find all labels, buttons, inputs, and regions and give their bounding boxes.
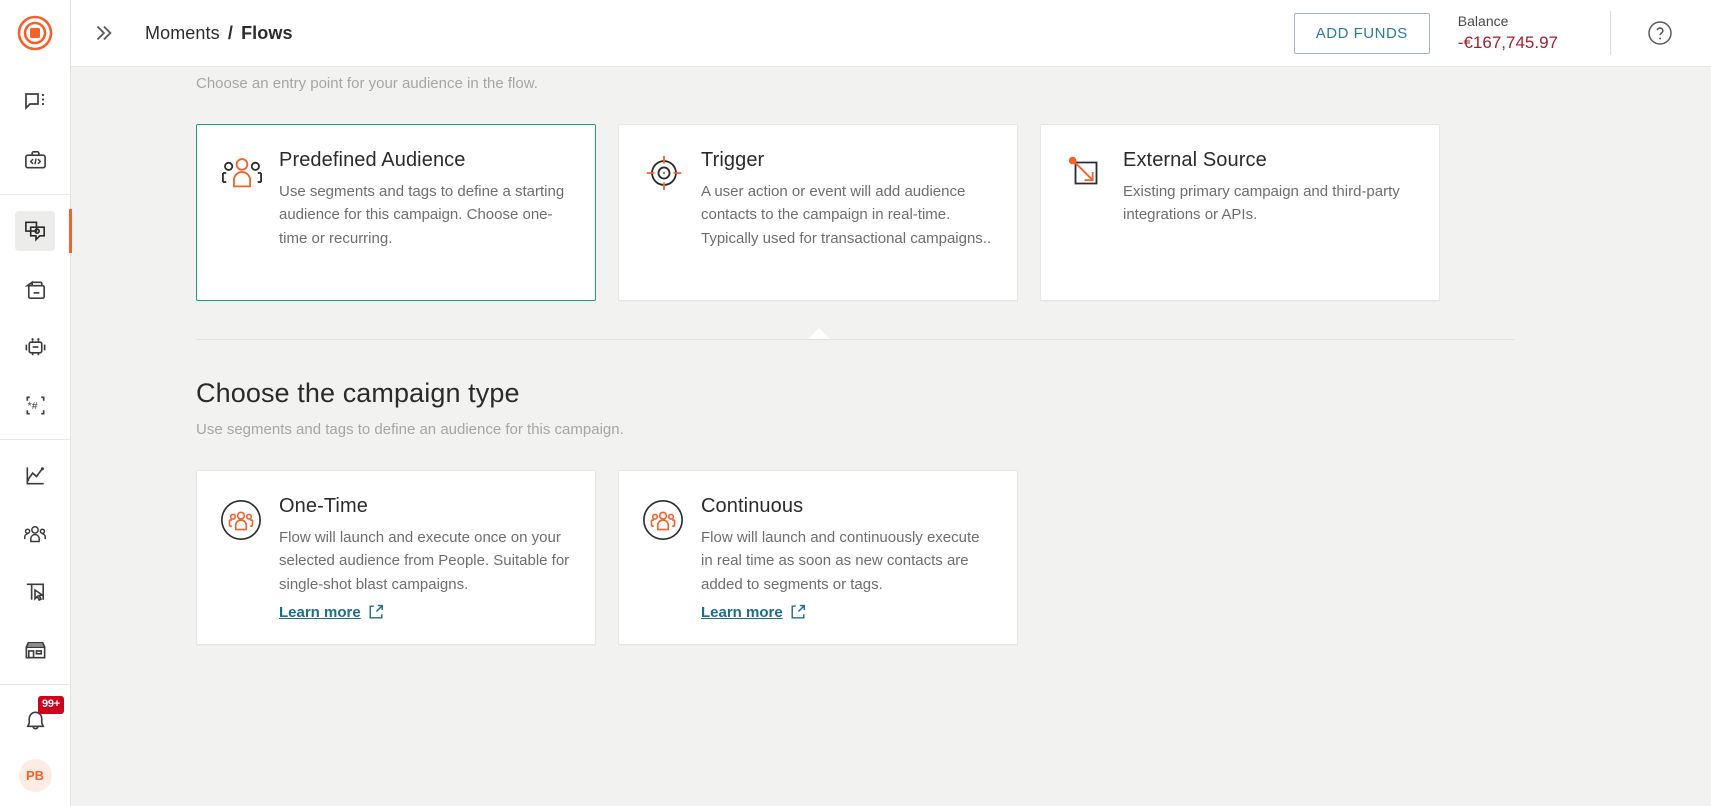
add-funds-button[interactable]: ADD FUNDS bbox=[1293, 12, 1430, 54]
card-body: One-Time Flow will launch and execute on… bbox=[271, 495, 573, 622]
breadcrumb-current: Flows bbox=[241, 22, 293, 43]
sidebar-item-flows[interactable] bbox=[15, 572, 55, 612]
rail-group-user: 99+ PB bbox=[0, 685, 70, 806]
circle-people-group-icon bbox=[643, 500, 683, 540]
card-body: Trigger A user action or event will add … bbox=[693, 149, 995, 278]
breadcrumb-separator: / bbox=[227, 22, 233, 43]
card-icon-wrap bbox=[1063, 149, 1115, 278]
notifications-badge: 99+ bbox=[37, 696, 64, 714]
card-icon-wrap bbox=[219, 495, 271, 622]
campaign-type-section: Choose the campaign type Use segments an… bbox=[71, 378, 1711, 645]
card-icon-wrap bbox=[219, 149, 271, 278]
collapse-handle[interactable] bbox=[808, 328, 830, 339]
section-divider bbox=[196, 328, 1514, 340]
entry-card-predefined-audience[interactable]: Predefined Audience Use segments and tag… bbox=[196, 124, 596, 301]
card-description: Flow will launch and continuously execut… bbox=[701, 529, 980, 593]
campaign-type-subtitle: Use segments and tags to define an audie… bbox=[196, 421, 624, 438]
double-chevron-right-icon bbox=[96, 25, 112, 41]
avatar[interactable]: PB bbox=[18, 759, 52, 792]
sidebar-item-broadcast[interactable] bbox=[15, 269, 55, 309]
entry-card-trigger[interactable]: Trigger A user action or event will add … bbox=[618, 124, 1018, 301]
question-circle-icon bbox=[1648, 21, 1672, 45]
learn-more-link[interactable]: Learn more bbox=[279, 604, 384, 621]
circle-people-group-icon bbox=[221, 500, 261, 540]
learn-more-label: Learn more bbox=[279, 603, 361, 621]
external-link-icon bbox=[791, 605, 805, 619]
main-content: Choose the entry point Choose an entry p… bbox=[71, 67, 1711, 806]
rail-group-channels: *# bbox=[0, 195, 72, 440]
card-description: A user action or event will add audience… bbox=[701, 183, 992, 247]
card-title: Continuous bbox=[701, 495, 804, 517]
campaign-type-title: Choose the campaign type bbox=[196, 378, 520, 408]
sidebar-item-ussd[interactable]: *# bbox=[15, 385, 55, 425]
sidebar-item-analytics[interactable] bbox=[15, 456, 55, 496]
broadcast-archive-icon bbox=[24, 280, 45, 299]
learn-more-label: Learn more bbox=[701, 603, 783, 621]
campaign-type-card-row: One-Time Flow will launch and execute on… bbox=[196, 470, 1711, 645]
external-link-icon bbox=[369, 605, 383, 619]
storefront-icon bbox=[25, 641, 45, 659]
entry-point-card-row: Predefined Audience Use segments and tag… bbox=[196, 124, 1711, 301]
people-group-icon bbox=[24, 525, 46, 542]
balance-display: Balance -€167,745.97 bbox=[1458, 11, 1558, 56]
flow-cursor-icon bbox=[26, 583, 44, 601]
card-body: External Source Existing primary campaig… bbox=[1115, 149, 1417, 278]
line-chart-icon bbox=[25, 466, 44, 485]
crosshair-target-icon bbox=[646, 155, 682, 191]
svg-text:*#: *# bbox=[27, 399, 37, 411]
left-nav-rail: *# 99+ PB bbox=[0, 0, 72, 806]
card-title: Predefined Audience bbox=[279, 149, 466, 171]
moments-copy-chat-icon bbox=[24, 221, 45, 242]
rail-group-insights bbox=[0, 440, 70, 685]
ussd-star-hash-icon: *# bbox=[26, 396, 44, 414]
people-group-outline-icon bbox=[222, 158, 262, 188]
card-icon-wrap bbox=[641, 149, 693, 278]
card-description: Existing primary campaign and third-part… bbox=[1123, 183, 1400, 224]
concentric-circle-logo-icon bbox=[17, 15, 53, 51]
card-description: Use segments and tags to define a starti… bbox=[279, 183, 565, 247]
sidebar-item-moments[interactable] bbox=[15, 209, 72, 253]
card-title: One-Time bbox=[279, 495, 368, 517]
balance-label: Balance bbox=[1457, 12, 1509, 29]
app-root: *# 99+ PB Moments / Flows ADD FUNDS Bala… bbox=[0, 0, 1711, 806]
card-body: Predefined Audience Use segments and tag… bbox=[271, 149, 573, 278]
learn-more-link[interactable]: Learn more bbox=[701, 604, 806, 621]
top-header: Moments / Flows ADD FUNDS Balance -€167,… bbox=[71, 0, 1711, 67]
sidebar-item-notifications[interactable]: 99+ bbox=[15, 696, 64, 741]
external-inbound-arrow-icon bbox=[1068, 156, 1098, 185]
header-divider bbox=[1610, 11, 1611, 55]
entry-card-external-source[interactable]: External Source Existing primary campaig… bbox=[1040, 124, 1440, 301]
balance-value: -€167,745.97 bbox=[1457, 32, 1558, 52]
robot-icon bbox=[25, 337, 45, 355]
card-title: External Source bbox=[1123, 149, 1267, 171]
sidebar-item-developer-tools[interactable] bbox=[15, 140, 55, 180]
sidebar-item-conversations[interactable] bbox=[15, 82, 55, 122]
sidebar-item-chatbots[interactable] bbox=[15, 327, 55, 367]
rail-group-messaging bbox=[0, 66, 70, 195]
app-logo[interactable] bbox=[0, 0, 70, 66]
sidebar-item-people[interactable] bbox=[15, 514, 55, 554]
card-description: Flow will launch and execute once on you… bbox=[279, 529, 570, 593]
code-briefcase-icon bbox=[24, 150, 46, 169]
card-title: Trigger bbox=[701, 149, 765, 171]
card-icon-wrap bbox=[641, 495, 693, 622]
sidebar-item-marketplace[interactable] bbox=[15, 630, 55, 670]
breadcrumb: Moments / Flows bbox=[145, 23, 293, 44]
entry-point-section: Choose the entry point Choose an entry p… bbox=[71, 67, 1711, 301]
expand-nav-button[interactable] bbox=[83, 13, 123, 53]
campaign-card-continuous[interactable]: Continuous Flow will launch and continuo… bbox=[618, 470, 1018, 645]
chat-bubble-menu-icon bbox=[25, 93, 45, 111]
card-body: Continuous Flow will launch and continuo… bbox=[693, 495, 995, 622]
entry-point-subtitle: Choose an entry point for your audience … bbox=[196, 75, 538, 92]
campaign-card-one-time[interactable]: One-Time Flow will launch and execute on… bbox=[196, 470, 596, 645]
header-right-cluster: ADD FUNDS Balance -€167,745.97 bbox=[1293, 11, 1711, 56]
breadcrumb-parent[interactable]: Moments bbox=[145, 23, 220, 43]
help-button[interactable] bbox=[1645, 18, 1675, 48]
